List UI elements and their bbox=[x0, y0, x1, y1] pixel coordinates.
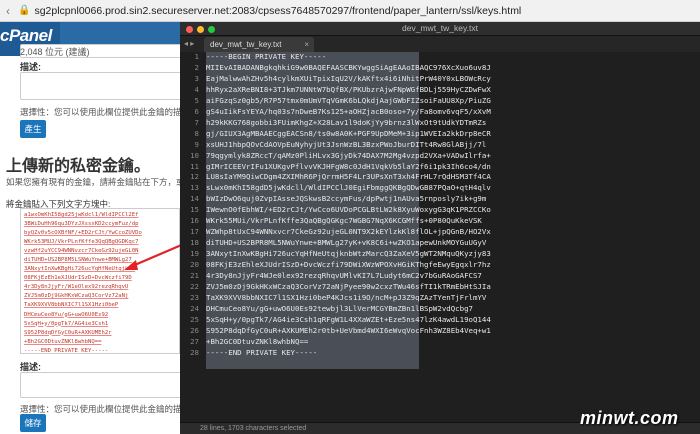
line-number-gutter: 1 2 3 4 5 6 7 8 9 10 11 12 13 14 15 16 1… bbox=[180, 52, 202, 422]
tab-key-file[interactable]: dev_mwt_tw_key.txt × bbox=[204, 37, 314, 52]
editor-title-bar: dev_mwt_tw_key.txt bbox=[180, 22, 700, 36]
editor-text-area[interactable]: -----BEGIN PRIVATE KEY----- MIIEvAIBADAN… bbox=[202, 52, 700, 422]
tab-label: dev_mwt_tw_key.txt bbox=[210, 40, 282, 49]
close-tab-icon[interactable]: × bbox=[304, 40, 309, 49]
editor-tab-strip: ◂ ▸ dev_mwt_tw_key.txt × bbox=[180, 36, 700, 52]
tab-nav-arrows-icon[interactable]: ◂ ▸ bbox=[184, 39, 194, 48]
editor-window-title: dev_mwt_tw_key.txt bbox=[402, 23, 478, 33]
key-file-text: -----BEGIN PRIVATE KEY----- MIIEvAIBADAN… bbox=[206, 52, 491, 357]
arrow-head bbox=[124, 260, 138, 270]
text-editor-window: dev_mwt_tw_key.txt ◂ ▸ dev_mwt_tw_key.tx… bbox=[180, 22, 700, 434]
watermark-logo: minwt.com bbox=[580, 408, 679, 428]
screenshot-root: ‹ 🔒 sg2plcpnl0066.prod.sin2.secureserver… bbox=[0, 0, 700, 434]
